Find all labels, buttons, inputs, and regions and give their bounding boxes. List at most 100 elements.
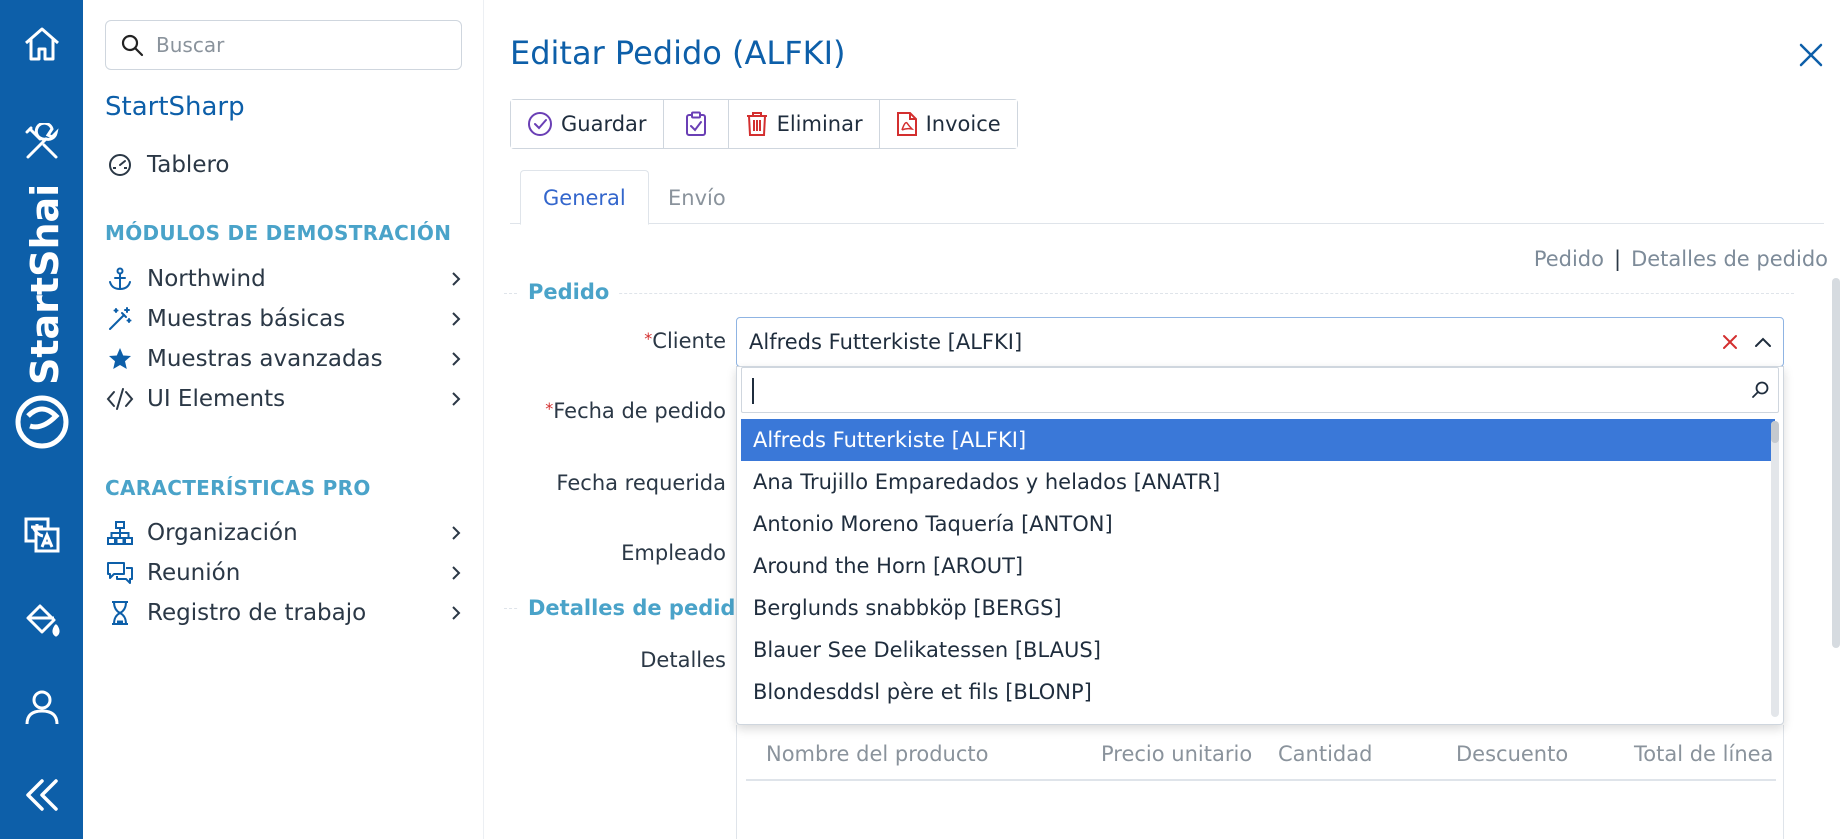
check-circle-icon <box>528 112 552 136</box>
category-links: Pedido | Detalles de pedido <box>1534 247 1828 271</box>
customer-select-value: Alfreds Futterkiste [ALFKI] <box>749 330 1023 354</box>
delete-button[interactable]: Eliminar <box>728 100 880 148</box>
app-root: StartShai StartSharp Tablero MÓDULO <box>0 0 1848 839</box>
sidebar-item-label: UI Elements <box>147 386 286 412</box>
grid-header-divider <box>746 779 1776 781</box>
dropdown-option[interactable]: Berglunds snabbköp [BERGS] <box>741 587 1775 629</box>
sidebar-item-ui-elements[interactable]: UI Elements <box>105 379 465 419</box>
apply-changes-button[interactable] <box>663 100 729 148</box>
sidebar-item-label: Organización <box>147 520 298 546</box>
text-cursor <box>752 378 754 404</box>
dropdown-option[interactable]: Ana Trujillo Emparedados y helados [ANAT… <box>741 461 1775 503</box>
dropdown-option[interactable]: Antonio Moreno Taquería [ANTON] <box>741 503 1775 545</box>
dropdown-option[interactable]: Blondesddsl père et fils [BLONP] <box>741 671 1775 713</box>
collapse-icon[interactable] <box>0 765 83 825</box>
org-chart-icon <box>105 518 135 548</box>
invoice-button[interactable]: Invoice <box>879 100 1017 148</box>
save-button[interactable]: Guardar <box>511 100 664 148</box>
close-icon[interactable] <box>1796 40 1826 70</box>
dialog-title: Editar Pedido (ALFKI) <box>510 34 846 72</box>
dropdown-search-input[interactable] <box>741 367 1779 413</box>
dropdown-option[interactable]: Blauer See Delikatessen [BLAUS] <box>741 629 1775 671</box>
section-heading-pro: CARACTERÍSTICAS PRO <box>105 476 371 500</box>
trash-icon <box>746 112 767 136</box>
dialog-scrollbar[interactable] <box>1832 278 1840 838</box>
field-label-details: Detalles <box>640 648 726 672</box>
clear-icon[interactable] <box>1719 331 1741 353</box>
search-icon <box>1752 381 1769 398</box>
sidebar-item-meeting[interactable]: Reunión <box>105 553 465 593</box>
column-header[interactable]: Nombre del producto <box>766 742 989 766</box>
sidebar-item-northwind[interactable]: Northwind <box>105 259 465 299</box>
pdf-file-icon <box>896 112 917 136</box>
sidebar-search[interactable] <box>105 20 462 70</box>
tab-bar: General Envío <box>510 170 1824 225</box>
field-label-order-date: *Fecha de pedido <box>545 399 726 423</box>
save-label: Guardar <box>561 112 647 136</box>
customer-select[interactable]: Alfreds Futterkiste [ALFKI] <box>736 317 1784 367</box>
translate-icon[interactable] <box>0 505 83 565</box>
sidebar-item-dashboard[interactable]: Tablero <box>105 145 465 185</box>
delete-label: Eliminar <box>776 112 863 136</box>
dropdown-option[interactable]: Around the Horn [AROUT] <box>741 545 1775 587</box>
sidebar-item-label: Tablero <box>147 152 230 178</box>
brand-logo: StartShai <box>10 180 74 460</box>
field-label-required-date: Fecha requerida <box>556 471 726 495</box>
svg-text:StartShai: StartShai <box>23 184 67 385</box>
sidebar-item-basic-samples[interactable]: Muestras básicas <box>105 299 465 339</box>
star-icon <box>105 344 135 374</box>
field-label-employee: Empleado <box>621 541 726 565</box>
paint-bucket-icon[interactable] <box>0 590 83 650</box>
section-heading-demo: MÓDULOS DE DEMOSTRACIÓN <box>105 221 452 245</box>
chevron-right-icon <box>452 392 461 406</box>
customer-dropdown: Alfreds Futterkiste [ALFKI] Ana Trujillo… <box>736 366 1784 725</box>
chevron-up-icon[interactable] <box>1753 332 1773 352</box>
sidebar-item-work-log[interactable]: Registro de trabajo <box>105 593 465 633</box>
sidebar-item-label: Registro de trabajo <box>147 600 367 626</box>
chevron-right-icon <box>452 352 461 366</box>
chevron-right-icon <box>452 606 461 620</box>
chevron-right-icon <box>452 566 461 580</box>
dropdown-scrollbar[interactable] <box>1771 421 1779 717</box>
magic-wand-icon <box>105 304 135 334</box>
sidebar: StartSharp Tablero MÓDULOS DE DEMOSTRACI… <box>83 0 484 839</box>
link-order-details[interactable]: Detalles de pedido <box>1631 247 1828 271</box>
hourglass-icon <box>105 598 135 628</box>
brand-title[interactable]: StartSharp <box>105 92 245 122</box>
sidebar-item-label: Reunión <box>147 560 241 586</box>
chevron-right-icon <box>452 312 461 326</box>
sidebar-item-label: Muestras básicas <box>147 306 346 332</box>
link-separator: | <box>1614 247 1622 271</box>
edit-order-dialog: Editar Pedido (ALFKI) Guardar Eliminar I… <box>484 0 1848 839</box>
toolbar: Guardar Eliminar Invoice <box>510 99 1018 149</box>
search-input[interactable] <box>156 33 446 57</box>
column-header[interactable]: Cantidad <box>1278 742 1372 766</box>
user-icon[interactable] <box>0 677 83 737</box>
category-title-order: Pedido <box>518 280 620 304</box>
icon-rail: StartShai <box>0 0 83 839</box>
home-icon[interactable] <box>0 14 83 74</box>
sidebar-item-organization[interactable]: Organización <box>105 513 465 553</box>
tab-general[interactable]: General <box>520 170 649 225</box>
chat-bubbles-icon <box>105 558 135 588</box>
column-header[interactable]: Precio unitario <box>1101 742 1252 766</box>
link-order[interactable]: Pedido <box>1534 247 1604 271</box>
category-title-details: Detalles de pedido <box>518 596 760 620</box>
dropdown-options: Alfreds Futterkiste [ALFKI] Ana Trujillo… <box>741 419 1775 713</box>
chevron-right-icon <box>452 526 461 540</box>
search-icon <box>121 34 144 57</box>
tools-icon[interactable] <box>0 113 83 173</box>
dropdown-option[interactable]: Alfreds Futterkiste [ALFKI] <box>741 419 1775 461</box>
sidebar-item-advanced-samples[interactable]: Muestras avanzadas <box>105 339 465 379</box>
category-divider <box>504 293 1794 294</box>
chevron-right-icon <box>452 272 461 286</box>
sidebar-item-label: Muestras avanzadas <box>147 346 383 372</box>
column-header[interactable]: Descuento <box>1456 742 1568 766</box>
anchor-icon <box>105 264 135 294</box>
tab-shipping[interactable]: Envío <box>646 170 748 225</box>
details-grid-header: Nombre del producto Precio unitario Cant… <box>736 730 1784 780</box>
clipboard-check-icon <box>685 111 706 136</box>
column-header[interactable]: Total de línea <box>1634 742 1773 766</box>
code-icon <box>105 384 135 414</box>
invoice-label: Invoice <box>925 112 1001 136</box>
